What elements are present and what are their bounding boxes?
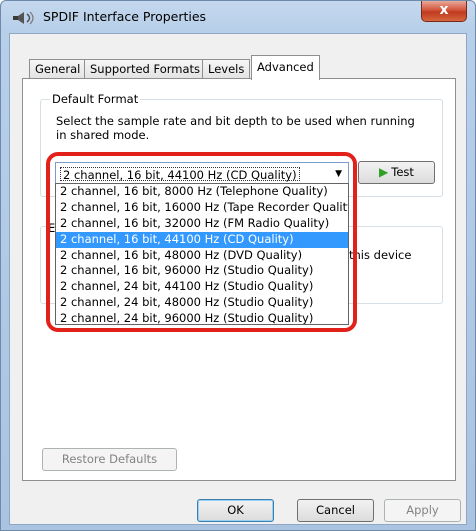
default-format-description: Select the sample rate and bit depth to …	[56, 114, 415, 142]
tab-supported-formats[interactable]: Supported Formats	[84, 59, 207, 79]
tab-label: Levels	[208, 62, 245, 76]
combobox-selected-value: 2 channel, 16 bit, 44100 Hz (CD Quality)	[60, 167, 300, 182]
sample-rate-dropdown-list: 2 channel, 16 bit, 8000 Hz (Telephone Qu…	[55, 183, 349, 325]
sample-rate-combobox[interactable]: 2 channel, 16 bit, 44100 Hz (CD Quality)…	[55, 162, 349, 184]
dropdown-option[interactable]: 2 channel, 24 bit, 96000 Hz (Studio Qual…	[56, 311, 348, 324]
dropdown-option[interactable]: 2 channel, 16 bit, 8000 Hz (Telephone Qu…	[56, 184, 348, 200]
tab-label: General	[35, 62, 81, 76]
apply-button[interactable]: Apply	[384, 499, 461, 522]
title-bar[interactable]: SPDIF Interface Properties x	[1, 1, 475, 33]
tab-label: Supported Formats	[90, 62, 201, 76]
cancel-button[interactable]: Cancel	[297, 499, 374, 522]
test-button[interactable]: ▶ Test	[358, 161, 435, 184]
dropdown-option[interactable]: 2 channel, 24 bit, 48000 Hz (Studio Qual…	[56, 295, 348, 311]
close-button[interactable]: x	[421, 1, 467, 22]
restore-defaults-label: Restore Defaults	[61, 452, 158, 466]
dropdown-option[interactable]: 2 channel, 16 bit, 16000 Hz (Tape Record…	[56, 200, 348, 216]
cancel-label: Cancel	[316, 503, 355, 517]
default-format-title: Default Format	[50, 92, 141, 106]
exclusive-mode-text-partial: this device	[349, 248, 412, 262]
tab-general[interactable]: General	[29, 59, 87, 79]
apply-label: Apply	[406, 503, 439, 517]
ok-button[interactable]: OK	[197, 499, 274, 522]
restore-defaults-button[interactable]: Restore Defaults	[42, 448, 177, 471]
tab-label: Advanced	[257, 60, 314, 74]
tab-levels[interactable]: Levels	[202, 59, 251, 79]
play-icon: ▶	[379, 165, 389, 179]
dropdown-option[interactable]: 2 channel, 16 bit, 96000 Hz (Studio Qual…	[56, 263, 348, 279]
close-icon: x	[439, 2, 449, 18]
speaker-icon	[13, 11, 34, 25]
window-title: SPDIF Interface Properties	[43, 9, 207, 24]
dropdown-option[interactable]: 2 channel, 16 bit, 32000 Hz (FM Radio Qu…	[56, 216, 348, 232]
tab-advanced[interactable]: Advanced	[251, 55, 320, 80]
test-button-label: Test	[391, 165, 414, 179]
dropdown-option-selected[interactable]: 2 channel, 16 bit, 44100 Hz (CD Quality)	[56, 231, 348, 248]
ok-label: OK	[227, 503, 244, 517]
dropdown-option[interactable]: 2 channel, 16 bit, 48000 Hz (DVD Quality…	[56, 248, 348, 264]
dropdown-option[interactable]: 2 channel, 24 bit, 44100 Hz (Studio Qual…	[56, 279, 348, 295]
chevron-down-icon[interactable]: ▼	[335, 169, 342, 179]
